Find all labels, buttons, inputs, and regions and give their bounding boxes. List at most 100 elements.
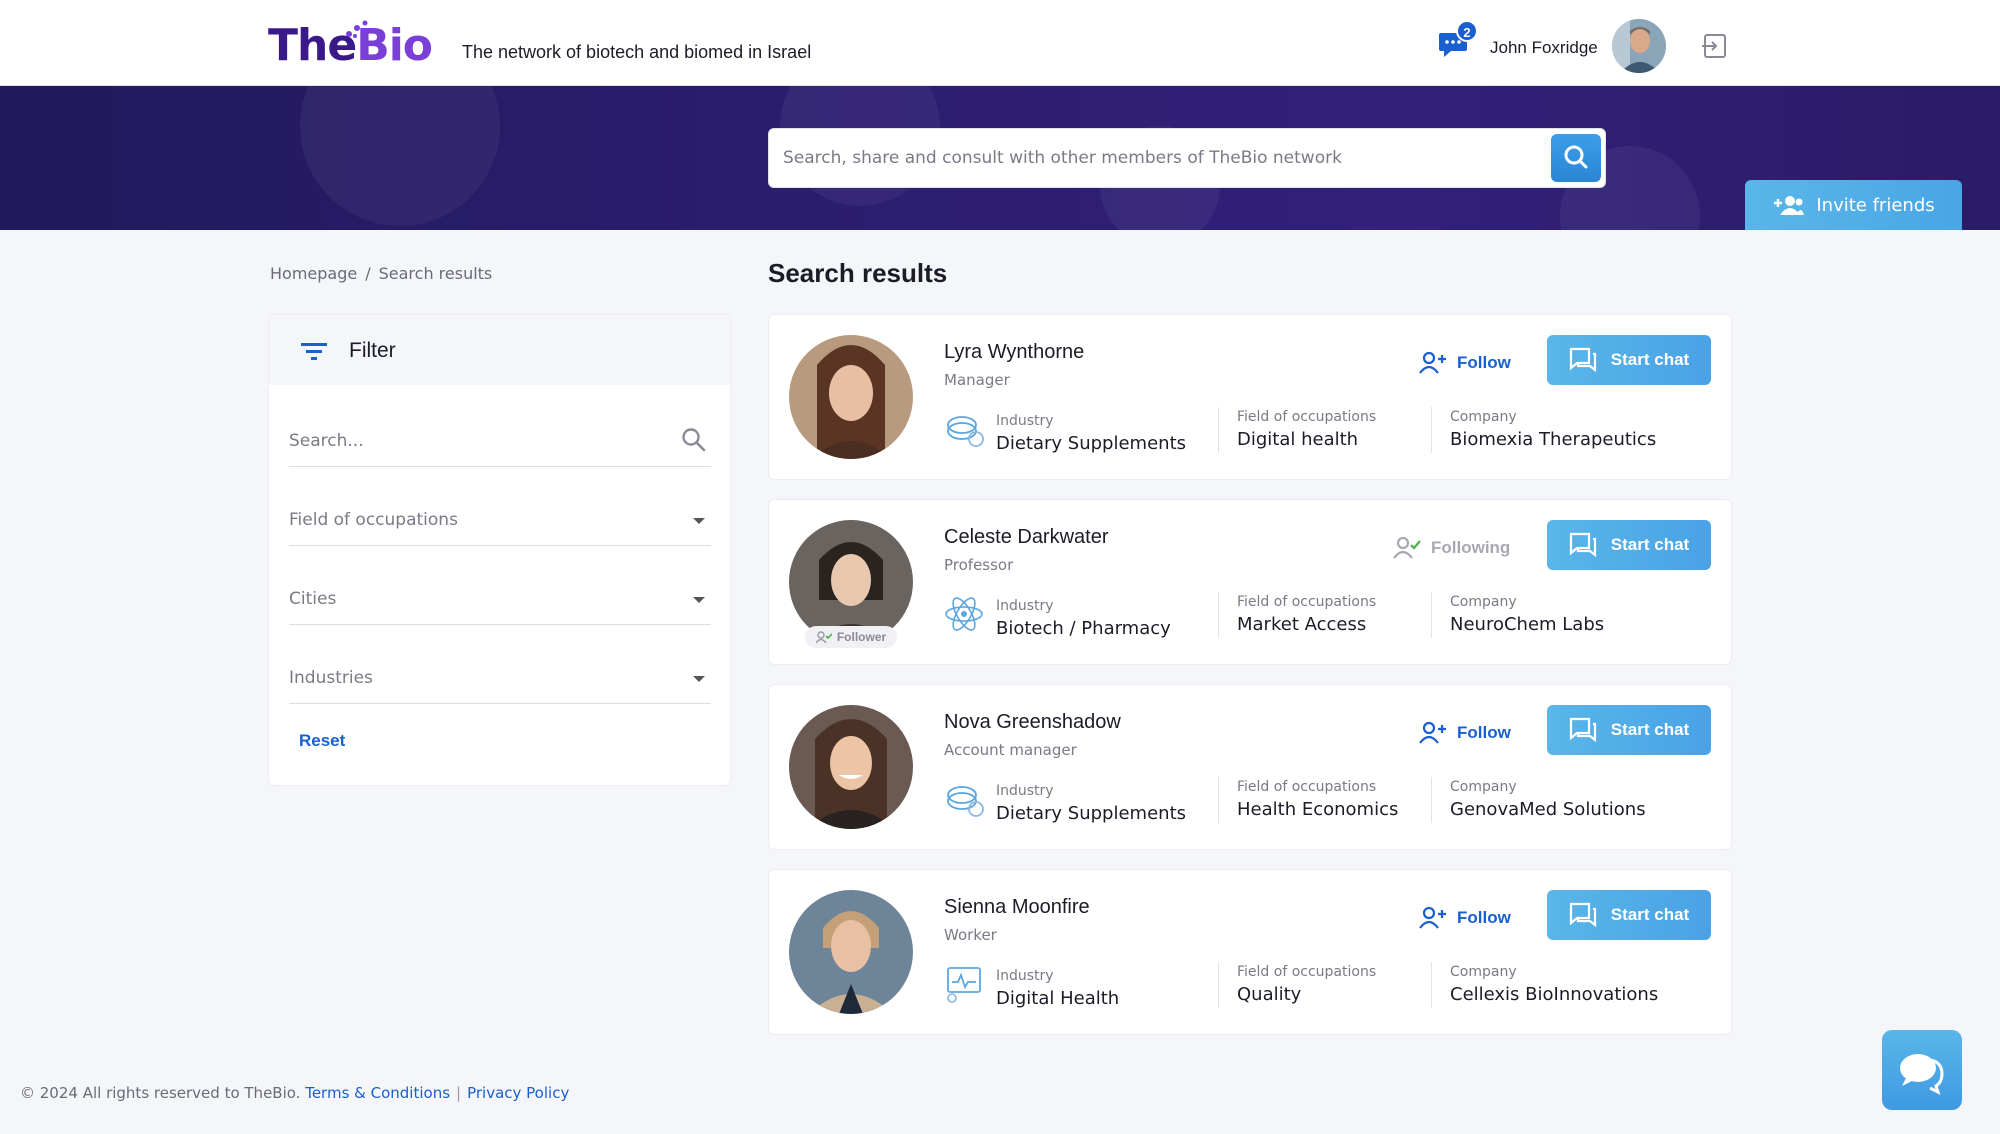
result-card: Sienna Moonfire Worker Industry Digital … xyxy=(768,869,1732,1035)
company-info: Company Cellexis BioInnovations xyxy=(1450,964,1658,1005)
user-avatar[interactable] xyxy=(1612,19,1666,73)
industry-label: Industry xyxy=(996,783,1054,799)
follow-button[interactable]: Follow xyxy=(1419,900,1511,936)
company-label: Company xyxy=(1450,594,1517,610)
global-search-button[interactable] xyxy=(1551,134,1601,182)
chat-icon xyxy=(1569,347,1596,373)
add-user-icon xyxy=(1419,351,1446,374)
chat-icon xyxy=(1569,532,1596,558)
field-value: Digital health xyxy=(1237,429,1359,450)
follow-button[interactable]: Follow xyxy=(1419,345,1511,381)
industry-info: Industry Dietary Supplements xyxy=(996,783,1186,824)
start-chat-button[interactable]: Start chat xyxy=(1547,335,1711,385)
profile-photo[interactable] xyxy=(789,705,913,829)
member-name[interactable]: Lyra Wynthorne xyxy=(944,341,1084,364)
breadcrumb-separator: / xyxy=(365,264,371,283)
follow-label: Follow xyxy=(1457,723,1511,742)
result-card: Follower Celeste Darkwater Professor Ind… xyxy=(768,499,1732,665)
member-role: Account manager xyxy=(944,741,1077,759)
breadcrumb-home[interactable]: Homepage xyxy=(270,264,357,283)
company-label: Company xyxy=(1450,409,1517,425)
field-label: Field of occupations xyxy=(1237,964,1377,980)
divider xyxy=(1218,962,1219,1008)
filter-icon xyxy=(301,343,327,360)
company-value: NeuroChem Labs xyxy=(1450,614,1605,635)
invite-friends-label: Invite friends xyxy=(1816,194,1935,216)
member-role: Professor xyxy=(944,556,1014,574)
chat-widget-button[interactable] xyxy=(1882,1030,1962,1110)
industry-info: Industry Dietary Supplements xyxy=(996,413,1186,454)
filter-search-field xyxy=(289,417,711,467)
messages-count-badge: 2 xyxy=(1456,20,1478,42)
profile-photo[interactable] xyxy=(789,335,913,459)
company-info: Company NeuroChem Labs xyxy=(1450,594,1604,635)
chevron-down-icon xyxy=(693,518,705,524)
start-chat-button[interactable]: Start chat xyxy=(1547,705,1711,755)
top-bar: TheBio The network of biotech and biomed… xyxy=(0,0,2000,86)
field-info: Field of occupations Market Access xyxy=(1237,594,1376,635)
footer-separator: | xyxy=(456,1084,462,1102)
reset-button[interactable]: Reset xyxy=(299,731,345,751)
member-name[interactable]: Celeste Darkwater xyxy=(944,526,1109,549)
breadcrumb-current: Search results xyxy=(378,264,493,283)
filter-panel: Filter Field of occupations Cities Indus… xyxy=(268,314,731,786)
industry-value: Digital Health xyxy=(996,988,1120,1009)
supplements-icon xyxy=(947,416,984,447)
field-label: Field of occupations xyxy=(1237,409,1377,425)
field-value: Market Access xyxy=(1237,614,1367,635)
divider xyxy=(1218,592,1219,638)
search-icon[interactable] xyxy=(681,427,707,453)
terms-link[interactable]: Terms & Conditions xyxy=(305,1084,450,1102)
add-group-icon xyxy=(1774,196,1805,215)
company-label: Company xyxy=(1450,964,1517,980)
industries-select[interactable]: Industries xyxy=(289,654,711,704)
add-user-icon xyxy=(1419,721,1446,744)
divider xyxy=(1431,407,1432,453)
following-button[interactable]: Following xyxy=(1393,530,1510,566)
logout-icon[interactable] xyxy=(1702,33,1728,59)
industry-label: Industry xyxy=(996,413,1054,429)
breadcrumb: Homepage / Search results xyxy=(270,264,492,283)
page-title: Search results xyxy=(768,258,948,288)
user-name[interactable]: John Foxridge xyxy=(1490,38,1598,58)
industry-value: Biotech / Pharmacy xyxy=(996,618,1171,639)
company-value: Biomexia Therapeutics xyxy=(1450,429,1657,450)
company-value: GenovaMed Solutions xyxy=(1450,799,1646,820)
follow-button[interactable]: Follow xyxy=(1419,715,1511,751)
field-of-occupations-label: Field of occupations xyxy=(289,510,458,530)
divider xyxy=(1431,962,1432,1008)
start-chat-button[interactable]: Start chat xyxy=(1547,890,1711,940)
company-info: Company GenovaMed Solutions xyxy=(1450,779,1646,820)
company-label: Company xyxy=(1450,779,1517,795)
follower-label: Follower xyxy=(836,630,887,644)
global-search-input[interactable] xyxy=(783,129,1543,187)
divider xyxy=(1218,407,1219,453)
industry-info: Industry Biotech / Pharmacy xyxy=(996,598,1171,639)
company-info: Company Biomexia Therapeutics xyxy=(1450,409,1656,450)
invite-friends-button[interactable]: Invite friends xyxy=(1745,180,1962,230)
field-of-occupations-select[interactable]: Field of occupations xyxy=(289,496,711,546)
chevron-down-icon xyxy=(693,676,705,682)
start-chat-label: Start chat xyxy=(1610,905,1690,924)
filter-search-input[interactable] xyxy=(289,417,669,465)
cities-select[interactable]: Cities xyxy=(289,575,711,625)
chat-icon xyxy=(1569,717,1596,743)
member-role: Worker xyxy=(944,926,997,944)
chat-icon xyxy=(1569,902,1596,928)
global-search-bar xyxy=(768,128,1606,188)
field-info: Field of occupations Digital health xyxy=(1237,409,1376,450)
chevron-down-icon xyxy=(693,597,705,603)
member-name[interactable]: Nova Greenshadow xyxy=(944,711,1121,734)
result-card: Nova Greenshadow Account manager Industr… xyxy=(768,684,1732,850)
follow-label: Follow xyxy=(1457,353,1511,372)
member-name[interactable]: Sienna Moonfire xyxy=(944,896,1090,919)
industry-label: Industry xyxy=(996,968,1054,984)
follower-badge: Follower xyxy=(805,626,897,648)
result-card: Lyra Wynthorne Manager Industry Dietary … xyxy=(768,314,1732,480)
start-chat-label: Start chat xyxy=(1610,535,1690,554)
start-chat-label: Start chat xyxy=(1610,350,1690,369)
start-chat-button[interactable]: Start chat xyxy=(1547,520,1711,570)
profile-photo[interactable] xyxy=(789,890,913,1014)
privacy-link[interactable]: Privacy Policy xyxy=(467,1084,569,1102)
follow-label: Follow xyxy=(1457,908,1511,927)
